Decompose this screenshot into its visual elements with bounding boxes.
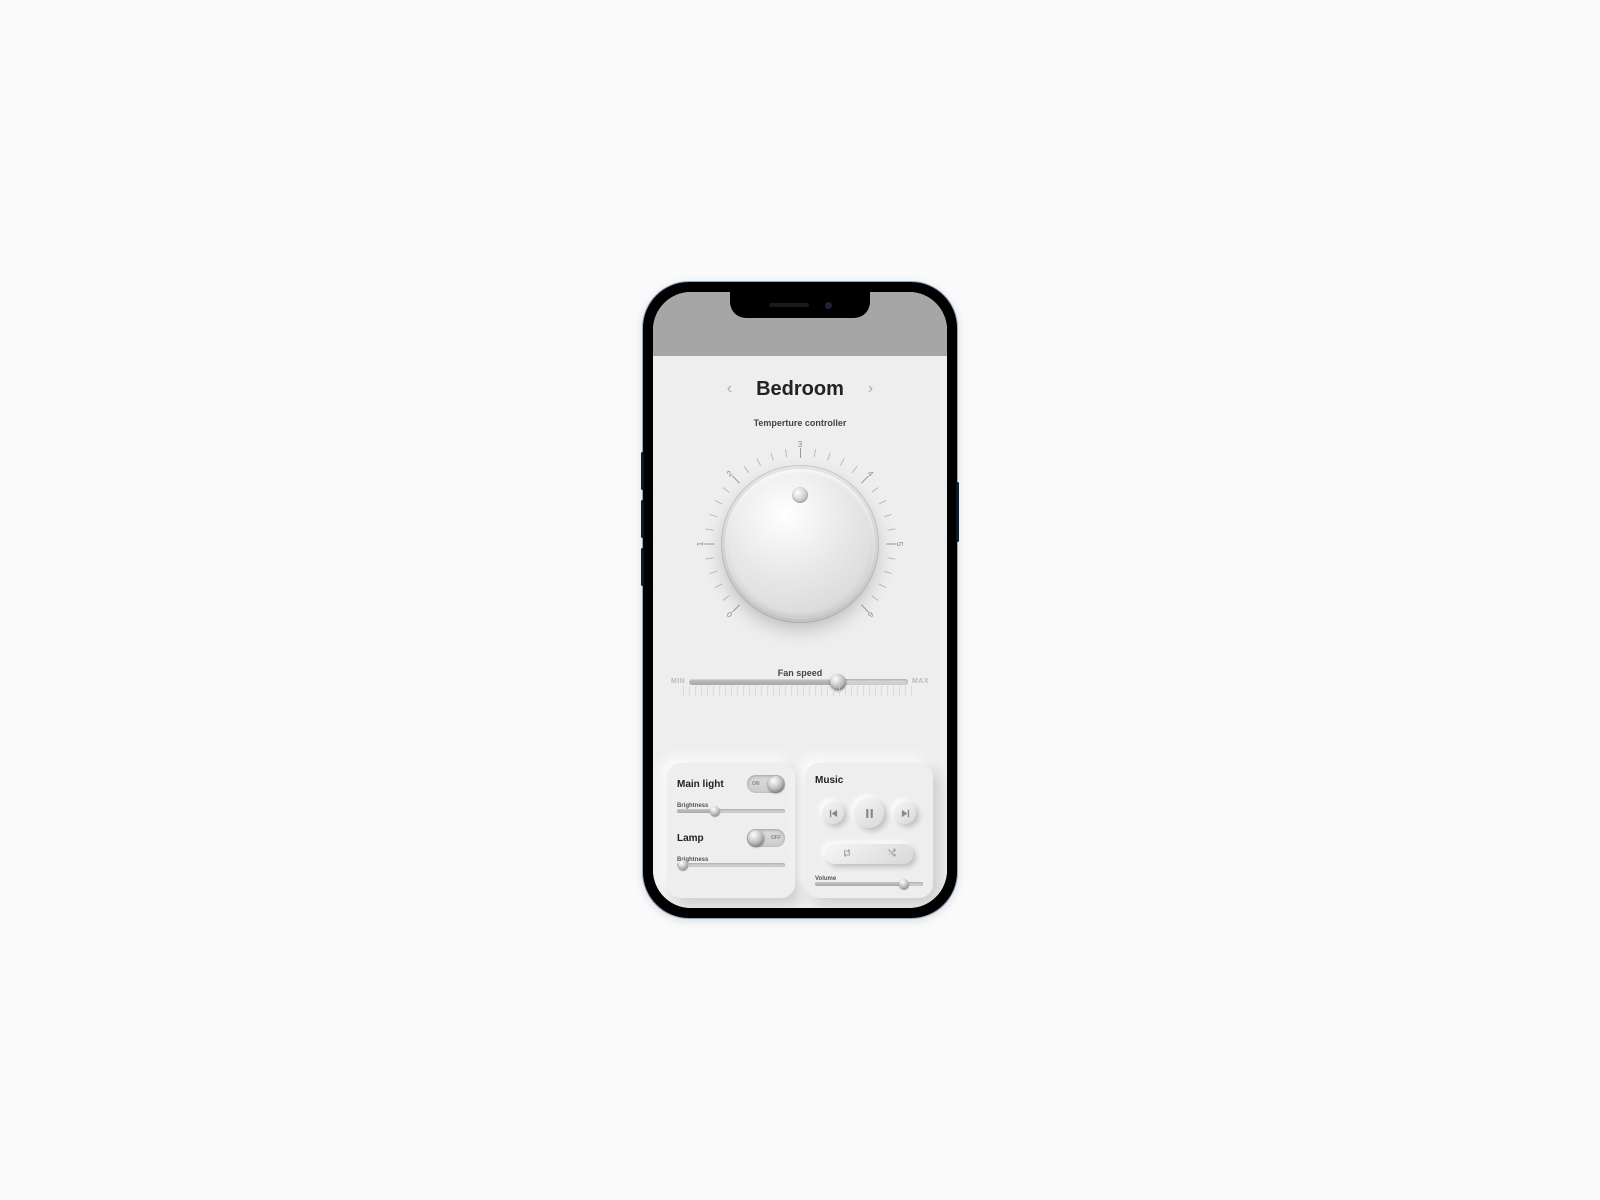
repeat-button[interactable] [842,845,852,863]
temperature-knob[interactable] [725,469,875,619]
prev-room-button[interactable]: ‹ [723,376,736,402]
knob-indicator-dot [792,487,808,503]
volume-slider[interactable] [815,882,923,886]
fan-speed-label: Fan speed [667,668,933,678]
main-light-title: Main light [677,779,724,790]
next-track-button[interactable] [894,802,916,824]
next-room-button[interactable]: › [864,376,877,402]
repeat-shuffle-pill [825,844,913,864]
bottom-cards-row: Main light ON OFF Brightness [667,763,933,898]
volume-thumb[interactable] [899,879,909,889]
control-sheet: ‹ Bedroom › Temperture controller 012345… [653,356,947,908]
fan-min-label: MIN [671,678,685,685]
lamp-toggle[interactable]: ON OFF [747,829,785,847]
shuffle-button[interactable] [886,845,896,863]
fan-speed-slider[interactable] [689,679,908,685]
lamp-brightness-thumb[interactable] [678,860,688,870]
fan-ruler [683,686,917,696]
temperature-dial-area: 0123456 [700,444,900,644]
skip-back-icon [829,809,838,818]
lights-card: Main light ON OFF Brightness [667,763,795,898]
phone-notch [730,292,870,318]
room-navigator: ‹ Bedroom › [667,376,933,402]
pause-icon [864,808,875,819]
play-pause-button[interactable] [854,798,884,828]
music-title: Music [815,775,923,786]
main-brightness-thumb[interactable] [710,806,720,816]
lamp-brightness-slider[interactable] [677,863,785,867]
media-controls [815,798,923,828]
main-light-toggle[interactable]: ON OFF [747,775,785,793]
music-card: Music [805,763,933,898]
phone-frame: ‹ Bedroom › Temperture controller 012345… [643,282,957,918]
main-brightness-slider[interactable] [677,809,785,813]
skip-forward-icon [901,809,910,818]
fan-max-label: MAX [912,678,929,685]
temperature-label: Temperture controller [667,418,933,428]
lamp-title: Lamp [677,833,704,844]
fan-speed-section: Fan speed MIN MAX [667,662,933,696]
shuffle-icon [886,848,896,858]
room-title: Bedroom [756,378,844,401]
repeat-icon [842,848,852,858]
prev-track-button[interactable] [822,802,844,824]
phone-screen: ‹ Bedroom › Temperture controller 012345… [653,292,947,908]
